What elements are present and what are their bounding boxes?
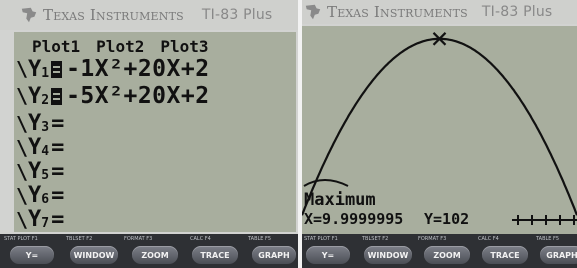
selection-arc [303, 179, 349, 187]
second-function-labels: STAT PLOT F1 TBLSET F2 FORMAT F3 CALC F4… [302, 236, 577, 244]
model-name: TI-83 Plus [481, 4, 553, 20]
style-icon: \ [16, 57, 29, 81]
trace-button[interactable]: TRACE [192, 246, 238, 264]
parabola-curve [302, 37, 577, 216]
trace-button[interactable]: TRACE [482, 246, 528, 264]
lcd-screen: Plot1 Plot2 Plot3 \ Y 1 -1X²+20X+2 \ Y 2… [14, 32, 296, 232]
equation-name: Y [28, 135, 42, 160]
plot2-toggle[interactable]: Plot2 [96, 37, 144, 56]
brand-name: Texas Instruments [43, 6, 184, 24]
equals-icon: = [51, 159, 65, 184]
equals-icon: = [51, 111, 65, 136]
style-icon: \ [16, 84, 29, 108]
equation-expression[interactable]: -1X²+20X+2 [66, 56, 209, 82]
equation-index: 4 [41, 144, 50, 159]
calculator-right: Texas Instruments TI-83 Plus Maximum X=9… [302, 0, 577, 268]
calculator-left: Texas Instruments TI-83 Plus Plot1 Plot2… [0, 0, 300, 268]
graph-screen: Maximum X=9.9999995 Y=102 [302, 26, 577, 234]
model-name: TI-83 Plus [201, 7, 273, 23]
equation-row[interactable]: \ Y 7 = [16, 207, 64, 232]
y-readout: Y=102 [424, 210, 470, 228]
second-function-label: FORMAT F3 [124, 236, 153, 242]
style-icon: \ [16, 183, 29, 208]
calculator-comparison: Texas Instruments TI-83 Plus Plot1 Plot2… [0, 0, 577, 268]
equation-name: Y [28, 159, 42, 184]
brand-bar: Texas Instruments TI-83 Plus [302, 0, 577, 24]
ti-logo-icon [305, 4, 321, 20]
second-function-label: STAT PLOT F1 [4, 236, 38, 242]
plot1-toggle[interactable]: Plot1 [32, 37, 80, 56]
y-equals-button[interactable]: Y= [10, 246, 54, 264]
equals-icon: = [51, 183, 65, 208]
equation-index: 6 [41, 192, 50, 207]
style-icon: \ [16, 111, 29, 136]
calc-result-label: Maximum [304, 190, 376, 210]
zoom-button[interactable]: ZOOM [132, 246, 178, 264]
ti-logo-icon [21, 7, 37, 23]
second-function-label: TBLSET F2 [362, 236, 389, 242]
equation-row[interactable]: \ Y 3 = [16, 111, 64, 136]
equation-index: 5 [41, 168, 50, 183]
second-function-label: STAT PLOT F1 [304, 236, 338, 242]
equation-name: Y [28, 111, 42, 136]
brand-bar: Texas Instruments TI-83 Plus [0, 0, 300, 30]
second-function-labels: STAT PLOT F1 TBLSET F2 FORMAT F3 CALC F4… [0, 236, 300, 244]
function-key-strip: STAT PLOT F1 TBLSET F2 FORMAT F3 CALC F4… [302, 234, 577, 268]
equals-icon: = [51, 207, 65, 232]
function-key-strip: STAT PLOT F1 TBLSET F2 FORMAT F3 CALC F4… [0, 234, 300, 268]
x-readout: X=9.9999995 [304, 210, 404, 228]
graph-button[interactable]: GRAPH [540, 246, 577, 264]
equation-row[interactable]: \ Y 6 = [16, 183, 64, 208]
equation-row[interactable]: \ Y 2 -5X²+20X+2 [16, 83, 210, 109]
second-function-label: TABLE F5 [248, 236, 272, 242]
style-icon: \ [16, 207, 29, 232]
style-icon: \ [16, 159, 29, 184]
graph-button[interactable]: GRAPH [252, 246, 296, 264]
equation-name: Y [28, 83, 42, 109]
equation-name: Y [28, 207, 42, 232]
second-function-label: FORMAT F3 [418, 236, 447, 242]
equation-index: 7 [41, 216, 50, 231]
equation-expression[interactable]: -5X²+20X+2 [66, 83, 209, 109]
equation-index: 2 [41, 92, 50, 108]
brand-name: Texas Instruments [327, 3, 468, 21]
window-button[interactable]: WINDOW [70, 246, 118, 264]
equation-name: Y [28, 183, 42, 208]
equation-name: Y [28, 56, 42, 82]
window-button[interactable]: WINDOW [364, 246, 412, 264]
selected-equals-icon[interactable] [51, 87, 63, 105]
second-function-label: CALC F4 [478, 236, 499, 242]
second-function-label: TABLE F5 [536, 236, 560, 242]
y-equals-button[interactable]: Y= [306, 246, 350, 264]
equation-row[interactable]: \ Y 4 = [16, 135, 64, 160]
zoom-button[interactable]: ZOOM [424, 246, 470, 264]
second-function-label: TBLSET F2 [66, 236, 93, 242]
equals-icon: = [51, 135, 65, 160]
equation-row[interactable]: \ Y 1 -1X²+20X+2 [16, 56, 210, 82]
second-function-label: CALC F4 [190, 236, 211, 242]
equation-index: 1 [41, 65, 50, 81]
equation-index: 3 [41, 120, 50, 135]
equation-row[interactable]: \ Y 5 = [16, 159, 64, 184]
selected-equals-icon[interactable] [51, 60, 63, 78]
plot3-toggle[interactable]: Plot3 [160, 37, 208, 56]
style-icon: \ [16, 135, 29, 160]
plot-toggles: Plot1 Plot2 Plot3 [32, 37, 209, 56]
